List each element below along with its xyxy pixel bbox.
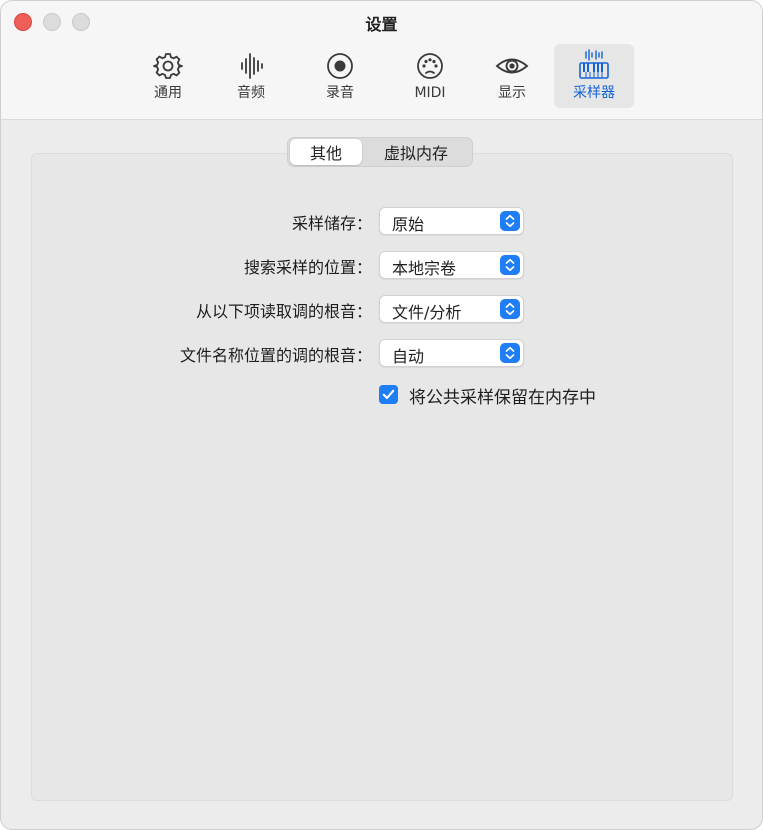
- tab-audio-label: 音频: [237, 85, 265, 101]
- filename-root-key-value: 自动: [392, 347, 425, 366]
- sample-storage-label: 采样储存：: [291, 214, 372, 233]
- eye-icon: [495, 58, 529, 74]
- settings-window: 设置 通用 音频 录音 MIDI 显示 采样器 其他 虚拟内存 采样储存： 原始…: [0, 0, 763, 830]
- root-key-source-row: 从以下项读取调的根音： 文件/分析: [1, 295, 762, 325]
- sampler-keyboard-icon: [579, 49, 609, 79]
- sample-storage-row: 采样储存： 原始: [1, 207, 762, 237]
- midi-port-icon: [417, 53, 443, 79]
- tab-virtual-memory[interactable]: 虚拟内存: [362, 139, 470, 165]
- chevron-up-down-icon: [500, 299, 520, 319]
- search-location-value: 本地宗卷: [392, 259, 457, 278]
- segmented-tabs: 其他 虚拟内存: [287, 137, 473, 167]
- chevron-up-down-icon: [500, 343, 520, 363]
- filename-root-key-row: 文件名称位置的调的根音： 自动: [1, 339, 762, 369]
- sample-storage-popup[interactable]: 原始: [379, 207, 524, 235]
- search-location-row: 搜索采样的位置： 本地宗卷: [1, 251, 762, 281]
- keep-samples-label: 将公共采样保留在内存中: [409, 388, 596, 408]
- chevron-up-down-icon: [500, 211, 520, 231]
- title-bar: 设置 通用 音频 录音 MIDI 显示 采样器: [1, 1, 762, 120]
- chevron-up-down-icon: [500, 255, 520, 275]
- root-key-source-label: 从以下项读取调的根音：: [195, 302, 372, 321]
- tab-audio[interactable]: 音频: [211, 44, 291, 108]
- tab-midi[interactable]: MIDI: [390, 44, 470, 108]
- record-icon: [327, 53, 353, 79]
- tab-recording[interactable]: 录音: [300, 44, 380, 108]
- sample-storage-value: 原始: [392, 215, 425, 234]
- gear-icon: [153, 53, 183, 79]
- tab-midi-label: MIDI: [414, 85, 446, 101]
- tab-general-label: 通用: [154, 85, 182, 101]
- tab-sampler[interactable]: 采样器: [554, 44, 634, 108]
- tab-general[interactable]: 通用: [128, 44, 208, 108]
- tab-sampler-label: 采样器: [573, 85, 615, 101]
- root-key-source-popup[interactable]: 文件/分析: [379, 295, 524, 323]
- tab-display-label: 显示: [498, 85, 526, 101]
- waveform-icon: [241, 53, 263, 79]
- search-location-label: 搜索采样的位置：: [243, 258, 372, 277]
- tab-display[interactable]: 显示: [472, 44, 552, 108]
- settings-toolbar: 通用 音频 录音 MIDI 显示 采样器: [1, 44, 762, 110]
- filename-root-key-label: 文件名称位置的调的根音：: [179, 346, 372, 365]
- tab-recording-label: 录音: [326, 85, 354, 101]
- root-key-source-value: 文件/分析: [392, 303, 462, 322]
- filename-root-key-popup[interactable]: 自动: [379, 339, 524, 367]
- keep-samples-checkbox[interactable]: [379, 385, 398, 404]
- window-title: 设置: [365, 15, 398, 34]
- search-location-popup[interactable]: 本地宗卷: [379, 251, 524, 279]
- tab-other[interactable]: 其他: [290, 139, 362, 165]
